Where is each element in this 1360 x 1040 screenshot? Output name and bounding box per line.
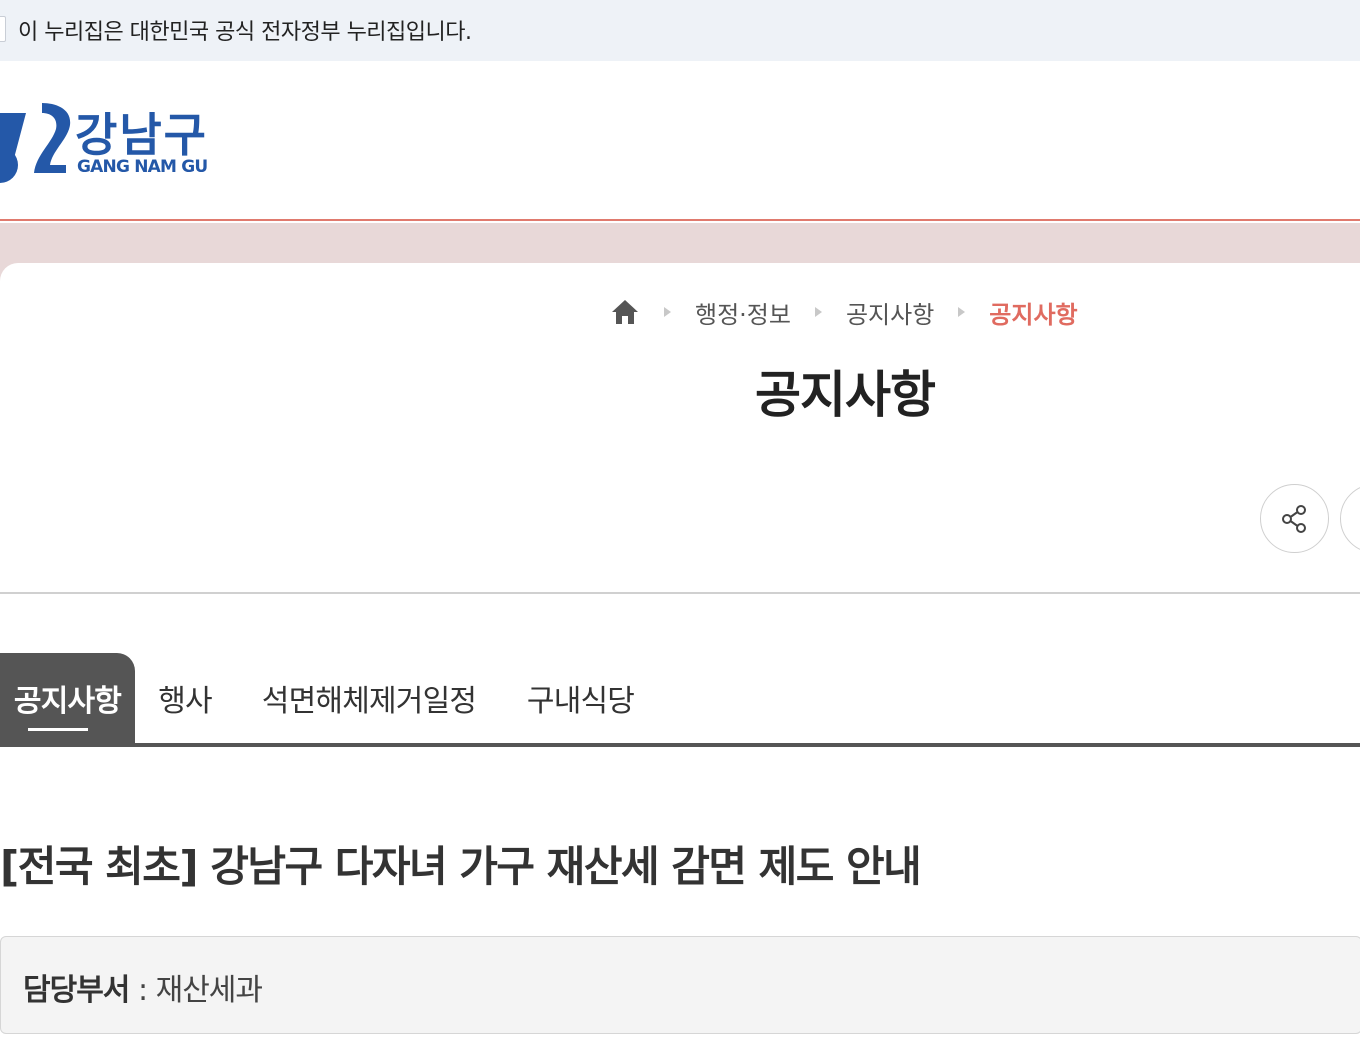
board-tabs: 공지사항 행사 석면해체제거일정 구내식당 <box>0 653 1360 747</box>
department-value: 재산세과 <box>155 973 263 1008</box>
breadcrumb-item-notice[interactable]: 공지사항 <box>846 295 934 330</box>
tab-notice[interactable]: 공지사항 <box>0 653 135 743</box>
tab-events[interactable]: 행사 <box>135 653 235 743</box>
share-button[interactable] <box>1260 484 1329 553</box>
gov-banner: 이 누리집은 대한민국 공식 전자정부 누리집입니다. <box>0 0 1360 61</box>
breadcrumb: 행정·정보 공지사항 공지사항 <box>610 295 1078 329</box>
gov-banner-text: 이 누리집은 대한민국 공식 전자정부 누리집입니다. <box>18 20 472 45</box>
department-separator: : <box>129 973 156 1008</box>
breadcrumb-item-current[interactable]: 공지사항 <box>989 295 1077 330</box>
page-title: 공지사항 <box>755 366 936 424</box>
logo-mark-icon <box>0 103 71 183</box>
breadcrumb-separator-icon <box>958 307 966 317</box>
breadcrumb-separator-icon <box>814 307 822 317</box>
logo-text-en: GANG NAM GU <box>77 157 208 177</box>
breadcrumb-item-admin-info[interactable]: 행정·정보 <box>695 295 791 330</box>
site-logo[interactable]: 강남구 GANG NAM GU <box>0 99 232 189</box>
share-icon <box>1281 504 1306 533</box>
department-info: 담당부서 : 재산세과 <box>0 936 1360 1034</box>
site-header: 강남구 GANG NAM GU <box>0 61 1360 221</box>
department-label: 담당부서 <box>23 973 130 1008</box>
home-icon[interactable] <box>610 298 640 326</box>
tab-asbestos-schedule[interactable]: 석면해체제거일정 <box>235 653 503 743</box>
logo-text-ko: 강남구 <box>75 108 208 162</box>
article-title: [전국 최초] 강남구 다자녀 가구 재산세 감면 제도 안내 <box>0 842 922 891</box>
gov-flag-icon <box>0 16 6 42</box>
breadcrumb-separator-icon <box>664 307 671 317</box>
tab-cafeteria[interactable]: 구내식당 <box>503 653 658 743</box>
tabs-divider <box>0 743 1360 747</box>
